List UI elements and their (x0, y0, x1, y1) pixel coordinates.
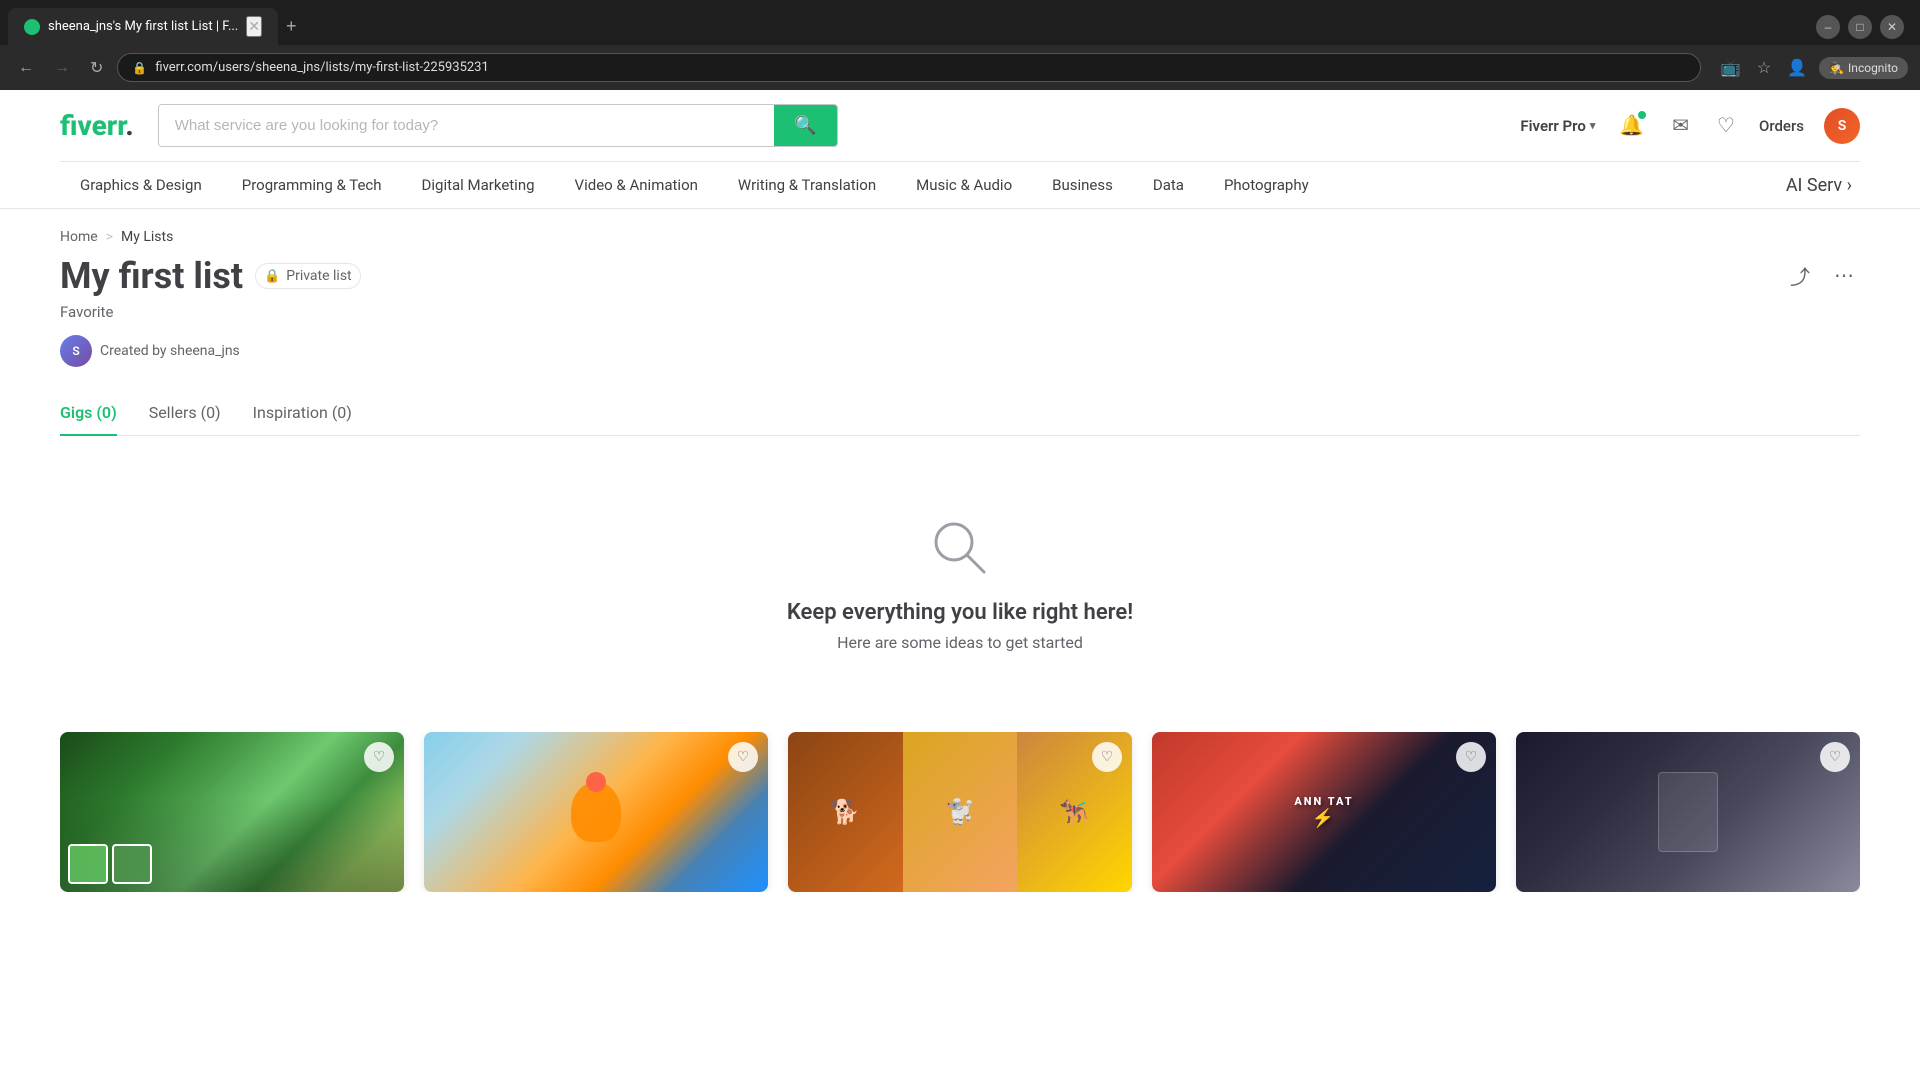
empty-state: Keep everything you like right here! Her… (60, 476, 1860, 692)
messages-button[interactable]: ✉ (1668, 109, 1693, 142)
browser-tab-bar: sheena_jns's My first list List | F... ✕… (0, 0, 1920, 45)
nav-music-audio[interactable]: Music & Audio (896, 162, 1032, 208)
back-button[interactable]: ← (12, 55, 40, 81)
card-image: ♡ (1516, 732, 1860, 892)
card-heart-button[interactable]: ♡ (1092, 742, 1122, 772)
url-bar[interactable]: 🔒 fiverr.com/users/sheena_jns/lists/my-f… (117, 53, 1701, 82)
site-header: fiverr. 🔍 Fiverr Pro ▾ 🔔 ✉ ♡ Orders S Gr… (0, 90, 1920, 209)
tab-gigs[interactable]: Gigs (0) (60, 391, 117, 436)
lock-icon: 🔒 (132, 61, 147, 75)
nav-writing-translation[interactable]: Writing & Translation (718, 162, 896, 208)
lock-icon: 🔒 (264, 269, 280, 284)
card-item[interactable]: ♡ (424, 732, 768, 892)
url-text: fiverr.com/users/sheena_jns/lists/my-fir… (155, 60, 488, 75)
fiverr-logo[interactable]: fiverr. (60, 109, 134, 142)
window-controls: – □ ✕ (1816, 15, 1912, 39)
breadcrumb: Home > My Lists (0, 209, 1920, 255)
fiverr-pro-button[interactable]: Fiverr Pro ▾ (1520, 117, 1595, 135)
bookmark-button[interactable]: ☆ (1753, 54, 1775, 82)
card-item[interactable]: 🐕 🐩 🐕‍🦺 ♡ (788, 732, 1132, 892)
category-nav: Graphics & Design Programming & Tech Dig… (60, 161, 1860, 208)
header-nav: Fiverr Pro ▾ 🔔 ✉ ♡ Orders S (1520, 108, 1860, 144)
user-initials: S (1838, 118, 1847, 134)
tab-sellers[interactable]: Sellers (0) (149, 391, 221, 436)
search-bar: 🔍 (158, 104, 838, 147)
chevron-down-icon: ▾ (1590, 119, 1596, 132)
cast-button[interactable]: 📺 (1717, 54, 1745, 82)
empty-title: Keep everything you like right here! (787, 600, 1133, 625)
tab-favicon (24, 19, 40, 35)
incognito-badge: 🕵 Incognito (1819, 57, 1908, 79)
incognito-icon: 🕵 (1829, 61, 1844, 75)
search-button[interactable]: 🔍 (774, 105, 836, 146)
nav-business[interactable]: Business (1032, 162, 1133, 208)
profile-button[interactable]: 👤 (1783, 54, 1811, 82)
more-options-button[interactable]: ⋯ (1828, 257, 1860, 294)
magnifier-icon (928, 516, 992, 580)
list-creator: S Created by sheena_jns (60, 335, 361, 367)
nav-photography[interactable]: Photography (1204, 162, 1329, 208)
list-header: My first list 🔒 Private list Favorite S … (60, 255, 1860, 367)
creator-initials: S (72, 344, 79, 358)
card-heart-button[interactable]: ♡ (364, 742, 394, 772)
card-item[interactable]: ♡ (60, 732, 404, 892)
card-item[interactable]: ANN TAT⚡ ♡ (1152, 732, 1496, 892)
breadcrumb-current: My Lists (121, 229, 173, 245)
card-item[interactable]: ♡ (1516, 732, 1860, 892)
breadcrumb-separator: > (106, 229, 113, 245)
browser-chrome: sheena_jns's My first list List | F... ✕… (0, 0, 1920, 90)
wishlist-button[interactable]: ♡ (1713, 109, 1739, 142)
incognito-label: Incognito (1848, 61, 1898, 75)
nav-data[interactable]: Data (1133, 162, 1204, 208)
empty-subtitle: Here are some ideas to get started (837, 633, 1083, 652)
notification-dot (1638, 111, 1646, 119)
tab-close-button[interactable]: ✕ (246, 16, 262, 37)
cards-grid: ♡ ♡ 🐕 🐩 🐕‍🦺 (60, 732, 1860, 892)
tab-title: sheena_jns's My first list List | F... (48, 19, 238, 34)
nav-video-animation[interactable]: Video & Animation (555, 162, 718, 208)
card-heart-button[interactable]: ♡ (1456, 742, 1486, 772)
fiverr-pro-label: Fiverr Pro (1520, 117, 1585, 135)
card-image: ANN TAT⚡ ♡ (1152, 732, 1496, 892)
browser-icons: 📺 ☆ 👤 🕵 Incognito (1717, 54, 1908, 82)
card-image: 🐕 🐩 🐕‍🦺 ♡ (788, 732, 1132, 892)
maximize-button[interactable]: □ (1848, 15, 1872, 39)
reload-button[interactable]: ↻ (84, 54, 109, 82)
private-label: Private list (286, 268, 351, 284)
orders-link[interactable]: Orders (1759, 117, 1804, 135)
creator-avatar: S (60, 335, 92, 367)
card-image: ♡ (424, 732, 768, 892)
active-tab[interactable]: sheena_jns's My first list List | F... ✕ (8, 8, 278, 45)
private-badge[interactable]: 🔒 Private list (255, 263, 361, 289)
nav-digital-marketing[interactable]: Digital Marketing (402, 162, 555, 208)
browser-toolbar: ← → ↻ 🔒 fiverr.com/users/sheena_jns/list… (0, 45, 1920, 90)
creator-text: Created by sheena_jns (100, 343, 240, 359)
card-heart-button[interactable]: ♡ (728, 742, 758, 772)
new-tab-button[interactable]: + (278, 12, 305, 41)
forward-button[interactable]: → (48, 55, 76, 81)
list-subtitle: Favorite (60, 303, 361, 321)
tab-inspiration[interactable]: Inspiration (0) (253, 391, 352, 436)
close-button[interactable]: ✕ (1880, 15, 1904, 39)
nav-programming-tech[interactable]: Programming & Tech (222, 162, 402, 208)
list-title-area: My first list 🔒 Private list Favorite S … (60, 255, 361, 367)
card-image: ♡ (60, 732, 404, 892)
notifications-button[interactable]: 🔔 (1615, 109, 1648, 142)
nav-graphics-design[interactable]: Graphics & Design (60, 162, 222, 208)
list-title: My first list (60, 255, 243, 297)
search-input[interactable] (159, 105, 775, 146)
user-avatar[interactable]: S (1824, 108, 1860, 144)
list-actions: ⤴ ⋯ (1784, 255, 1860, 296)
breadcrumb-home[interactable]: Home (60, 229, 98, 245)
page-content: My first list 🔒 Private list Favorite S … (0, 255, 1920, 932)
tabs: Gigs (0) Sellers (0) Inspiration (0) (60, 391, 1860, 436)
minimize-button[interactable]: – (1816, 15, 1840, 39)
card-heart-button[interactable]: ♡ (1820, 742, 1850, 772)
nav-scroll-button[interactable]: AI Serv › (1756, 162, 1860, 208)
list-title-row: My first list 🔒 Private list (60, 255, 361, 297)
header-top: fiverr. 🔍 Fiverr Pro ▾ 🔔 ✉ ♡ Orders S (60, 90, 1860, 161)
share-button[interactable]: ⤴ (1784, 255, 1816, 296)
